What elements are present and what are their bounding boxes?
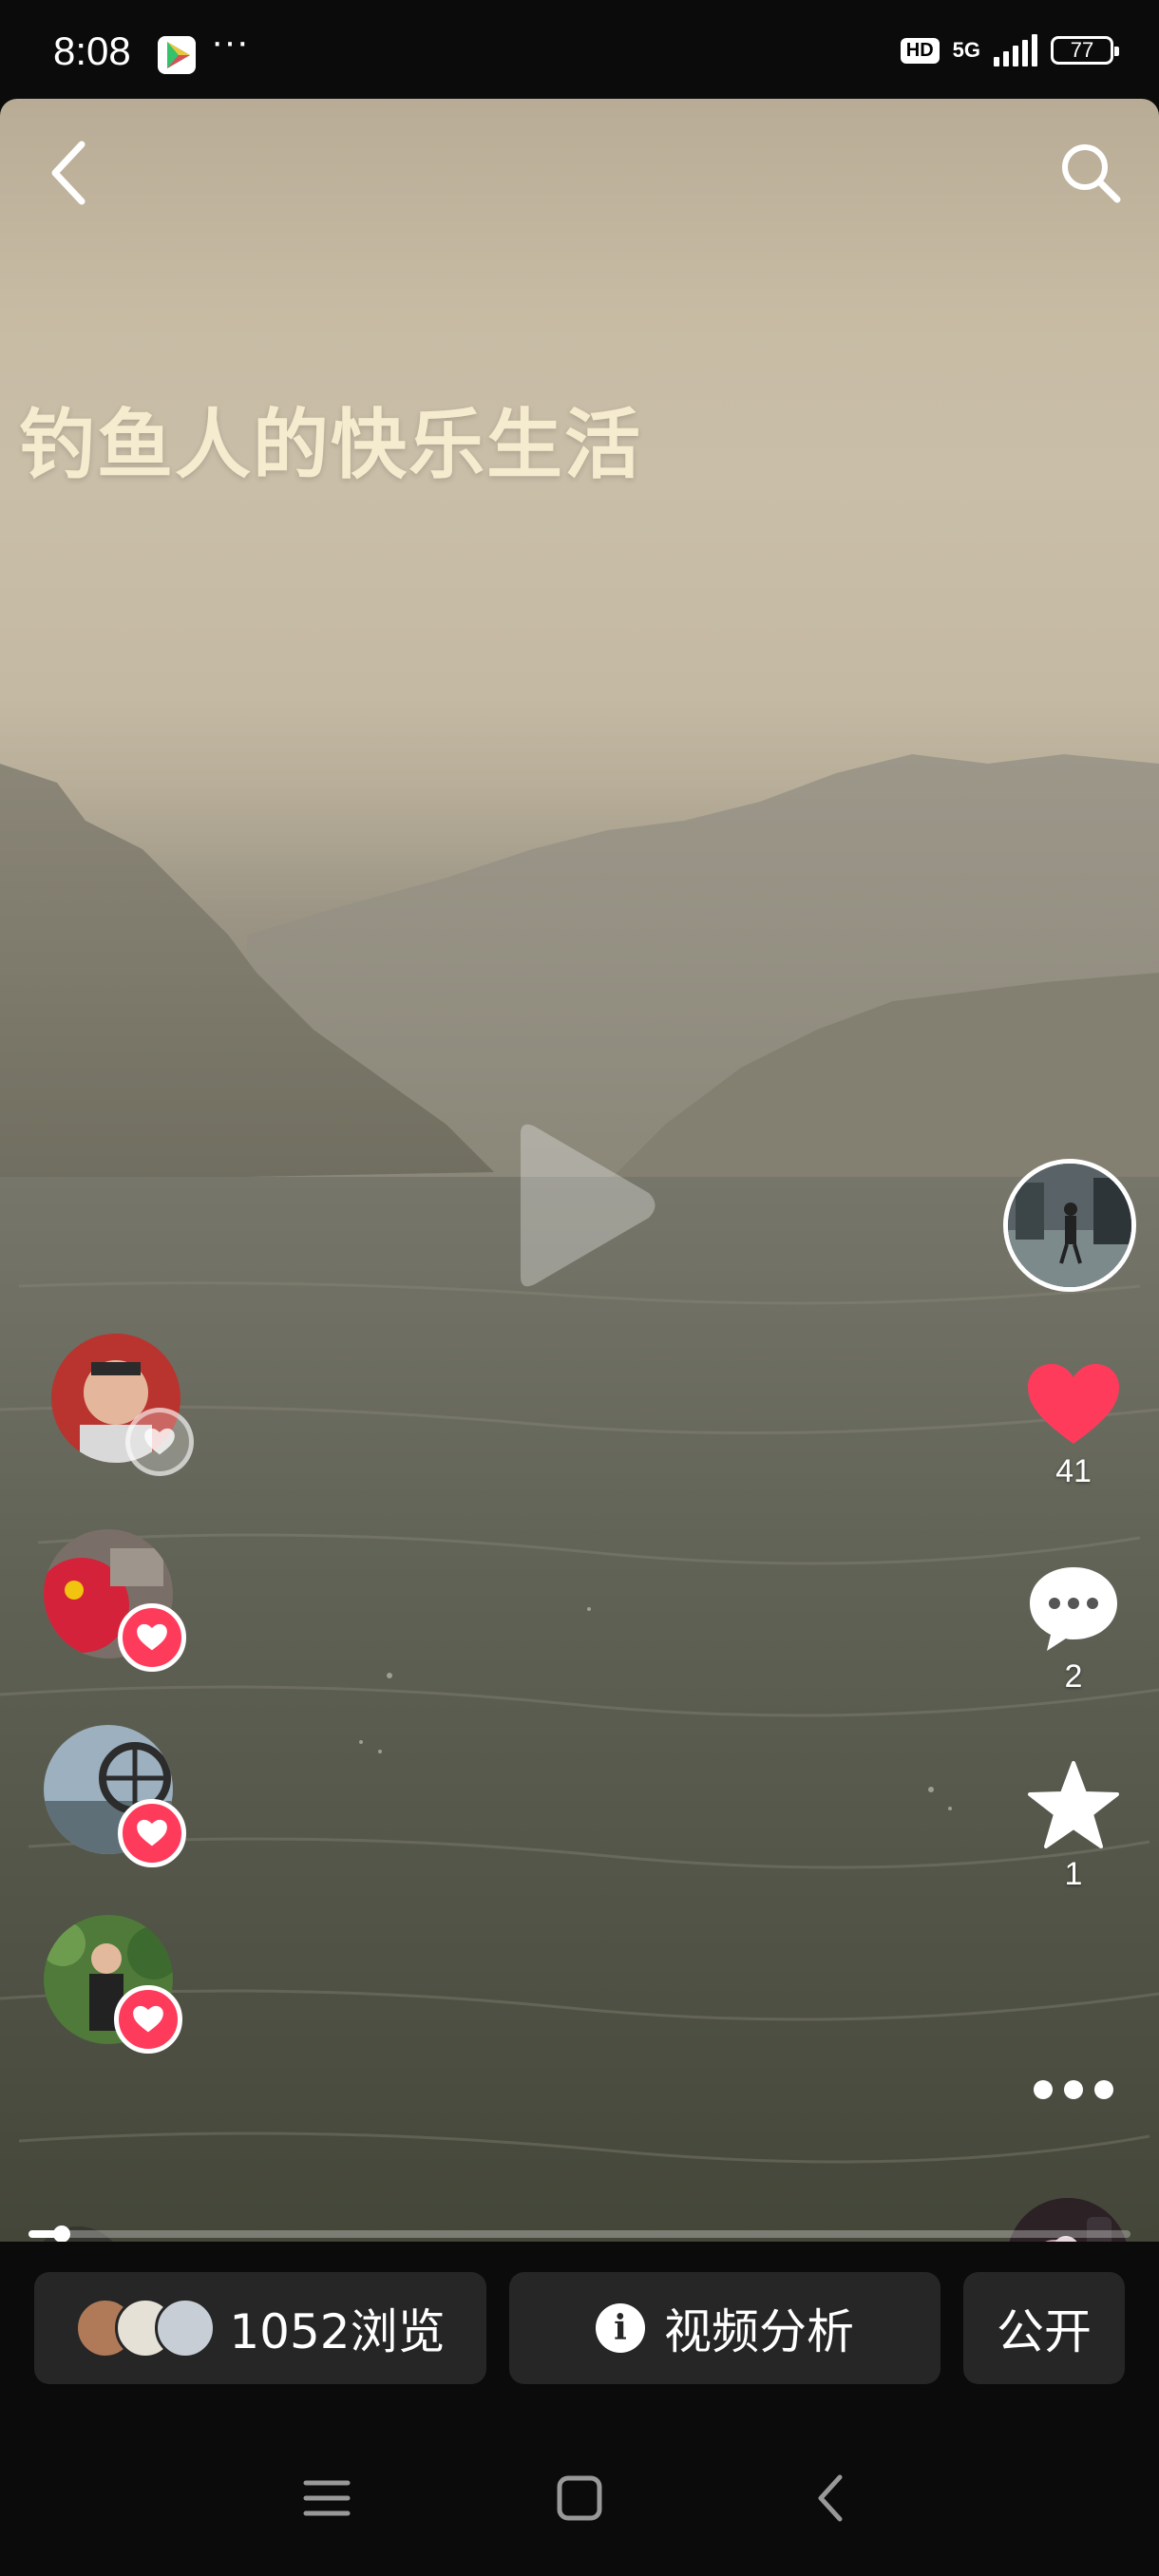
viewer-avatar bbox=[155, 2298, 217, 2358]
video-title: 钓鱼人的快乐生活 bbox=[19, 401, 642, 489]
liker-avatar[interactable] bbox=[44, 1725, 186, 1867]
status-time: 8:08 bbox=[53, 28, 131, 73]
like-button[interactable]: 41 bbox=[1016, 1362, 1130, 1490]
battery-icon: 77 bbox=[1051, 36, 1119, 65]
recent-apps-button[interactable] bbox=[298, 2470, 355, 2527]
heart-icon bbox=[137, 1819, 167, 1847]
video-player[interactable]: 钓鱼人的快乐生活 41 2 1 bbox=[0, 99, 1159, 2242]
author-avatar[interactable] bbox=[1003, 1159, 1136, 1292]
favorite-button[interactable]: 1 bbox=[1016, 1759, 1130, 1893]
signal-icon bbox=[994, 34, 1037, 66]
menu-lines-icon bbox=[303, 2480, 351, 2516]
heart-icon bbox=[144, 1428, 175, 1455]
liker-avatar[interactable] bbox=[44, 1529, 186, 1672]
visibility-button[interactable]: 公开 bbox=[963, 2272, 1125, 2384]
more-options-button[interactable] bbox=[1028, 2073, 1119, 2107]
like-count: 41 bbox=[1055, 1453, 1092, 1489]
like-badge bbox=[125, 1408, 194, 1476]
playback-progress-bar[interactable] bbox=[28, 2226, 1130, 2243]
views-button[interactable]: 1052浏览 bbox=[34, 2272, 486, 2384]
comment-count: 2 bbox=[1064, 1658, 1083, 1695]
playback-progress-knob[interactable] bbox=[52, 2226, 70, 2243]
heart-icon bbox=[133, 2005, 163, 2033]
comment-button[interactable]: 2 bbox=[1016, 1562, 1130, 1695]
heart-icon bbox=[137, 1623, 167, 1651]
play-icon bbox=[521, 1124, 656, 1287]
system-navigation-bar bbox=[0, 2432, 1159, 2555]
liker-avatar[interactable] bbox=[51, 1334, 194, 1476]
back-arrow-icon bbox=[51, 141, 86, 205]
viewer-avatars bbox=[75, 2298, 217, 2358]
play-store-icon bbox=[158, 36, 196, 74]
search-button[interactable] bbox=[1054, 137, 1127, 209]
like-badge bbox=[114, 1985, 182, 2054]
home-button[interactable] bbox=[551, 2470, 608, 2527]
status-indicators: HD 5G 77 bbox=[900, 34, 1119, 66]
search-icon bbox=[1062, 144, 1121, 203]
status-bar: 8:08 ··· HD 5G 77 bbox=[0, 0, 1159, 99]
system-back-button[interactable] bbox=[804, 2470, 861, 2527]
more-dot bbox=[1064, 2080, 1083, 2099]
info-icon: i bbox=[596, 2303, 645, 2353]
video-analysis-button[interactable]: i 视频分析 bbox=[509, 2272, 940, 2384]
heart-icon bbox=[1028, 1364, 1119, 1444]
back-chevron-icon bbox=[818, 2474, 843, 2522]
play-button[interactable] bbox=[502, 1115, 663, 1296]
analysis-label: 视频分析 bbox=[664, 2304, 854, 2359]
network-type: 5G bbox=[952, 38, 980, 62]
visibility-label: 公开 bbox=[997, 2304, 1092, 2359]
liker-avatar[interactable] bbox=[44, 1915, 182, 2054]
views-label: 1052浏览 bbox=[229, 2304, 446, 2359]
back-button[interactable] bbox=[42, 135, 99, 211]
notification-overflow-icon: ··· bbox=[211, 21, 249, 63]
more-dots-icon bbox=[1034, 2080, 1053, 2099]
favorite-count: 1 bbox=[1064, 1856, 1083, 1892]
star-icon bbox=[1028, 1761, 1119, 1848]
hd-badge: HD bbox=[900, 37, 940, 64]
author-avatar-image bbox=[1008, 1164, 1131, 1287]
like-badge bbox=[118, 1603, 186, 1672]
square-home-icon bbox=[557, 2475, 602, 2521]
comment-bubble-icon bbox=[1030, 1567, 1117, 1651]
more-dot bbox=[1094, 2080, 1113, 2099]
like-badge bbox=[118, 1799, 186, 1867]
